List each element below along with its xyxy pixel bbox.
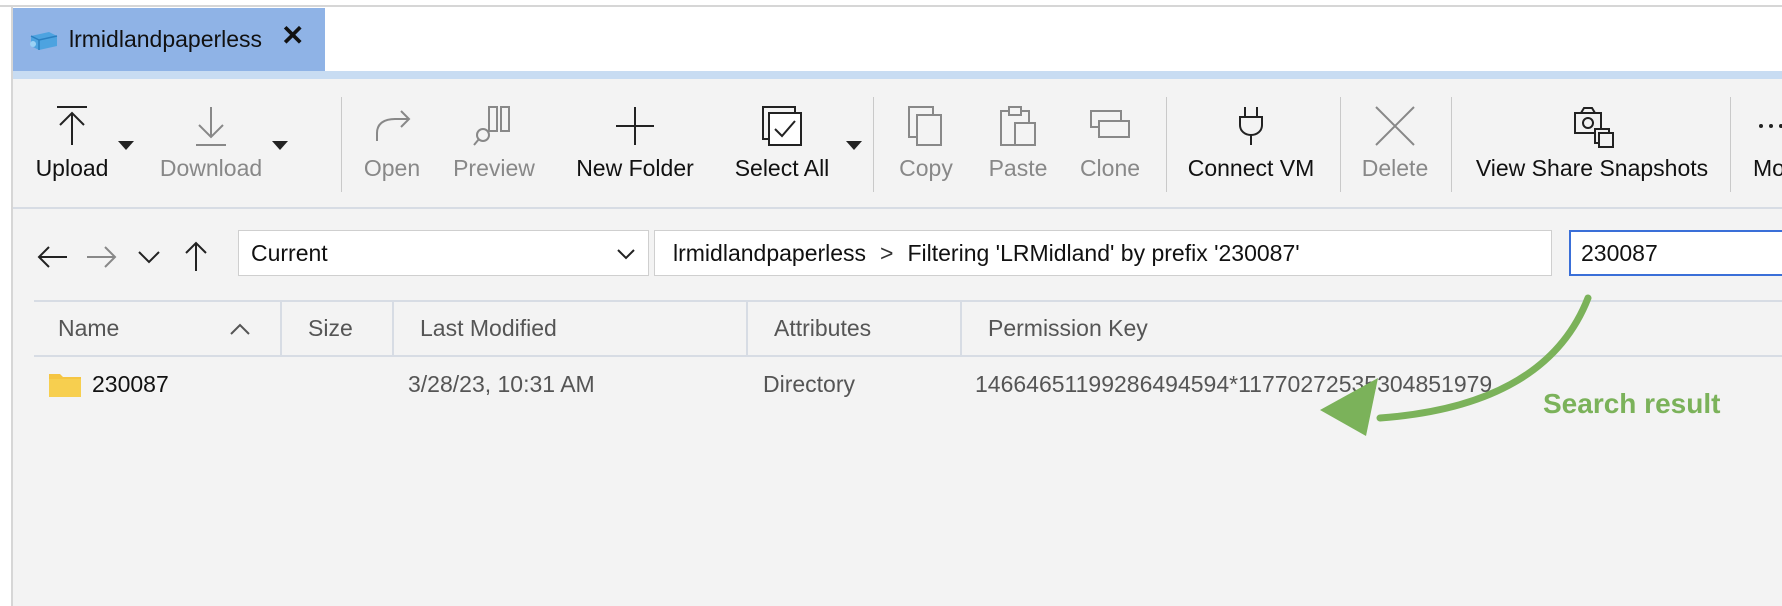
delete-button[interactable]: Delete — [1361, 79, 1429, 207]
download-dropdown-caret[interactable] — [272, 141, 288, 150]
plug-icon — [1239, 107, 1263, 145]
snapshots-icon — [1574, 107, 1614, 148]
sort-ascending-icon — [230, 323, 250, 335]
cell-last-modified: 3/28/23, 10:31 AM — [408, 370, 595, 397]
connect-vm-button[interactable]: Connect VM — [1186, 79, 1316, 207]
open-icon — [376, 110, 411, 141]
more-icon — [1759, 124, 1782, 128]
toolbar: Upload Download Open Preview New Folder … — [13, 79, 1782, 209]
forward-button[interactable] — [83, 239, 119, 275]
table-header: Name Size Last Modified Attributes Permi… — [34, 300, 1782, 357]
more-button[interactable]: Mo — [1753, 79, 1782, 207]
navigation-bar: Current lrmidlandpaperless > Filtering '… — [13, 209, 1782, 297]
column-header-last-modified[interactable]: Last Modified — [394, 302, 746, 355]
cell-attributes: Directory — [763, 370, 856, 397]
preview-icon — [473, 106, 510, 146]
column-header-permission-key[interactable]: Permission Key — [962, 302, 1362, 355]
cell-name: 230087 — [48, 359, 169, 409]
new-folder-button[interactable]: New Folder — [573, 79, 697, 207]
search-input[interactable] — [1569, 230, 1782, 276]
file-table: Name Size Last Modified Attributes Permi… — [13, 297, 1782, 606]
arrow-left-icon — [37, 246, 67, 268]
download-button[interactable]: Download — [160, 79, 262, 207]
select-all-icon — [762, 106, 802, 146]
back-button[interactable] — [35, 239, 71, 275]
delete-icon — [1375, 106, 1415, 146]
breadcrumb-separator: > — [880, 239, 894, 266]
tab-storage-share[interactable]: lrmidlandpaperless ✕ — [13, 8, 325, 71]
chevron-down-icon — [617, 249, 635, 260]
toolbar-separator — [1451, 97, 1452, 192]
breadcrumb: lrmidlandpaperless > Filtering 'LRMidlan… — [654, 230, 1552, 276]
view-share-snapshots-button[interactable]: View Share Snapshots — [1474, 79, 1710, 207]
select-all-dropdown-caret[interactable] — [846, 141, 862, 150]
tab-strip — [13, 71, 1782, 79]
upload-icon — [57, 106, 87, 145]
table-row[interactable]: 230087 3/28/23, 10:31 AM Directory 14664… — [34, 359, 1782, 409]
download-icon — [196, 107, 226, 146]
chevron-down-icon — [138, 251, 160, 264]
column-header-size[interactable]: Size — [282, 302, 392, 355]
close-tab-icon[interactable]: ✕ — [281, 22, 304, 50]
toolbar-separator — [1730, 97, 1731, 192]
column-header-name[interactable]: Name — [34, 302, 280, 355]
column-header-attributes[interactable]: Attributes — [748, 302, 960, 355]
upload-dropdown-caret[interactable] — [118, 141, 134, 150]
toolbar-separator — [1340, 97, 1341, 192]
toolbar-separator — [1166, 97, 1167, 192]
arrow-up-icon — [185, 241, 207, 271]
open-button[interactable]: Open — [360, 79, 424, 207]
copy-button[interactable]: Copy — [896, 79, 956, 207]
preview-button[interactable]: Preview — [451, 79, 537, 207]
arrow-right-icon — [87, 246, 117, 268]
location-select[interactable]: Current — [238, 230, 649, 276]
folder-icon — [49, 374, 81, 397]
breadcrumb-current: Filtering 'LRMidland' by prefix '230087' — [907, 239, 1300, 266]
window-top-border — [0, 5, 1782, 7]
copy-icon — [908, 106, 942, 146]
upload-button[interactable]: Upload — [36, 79, 108, 207]
select-all-button[interactable]: Select All — [727, 79, 837, 207]
search-result-label: Search result — [1543, 388, 1721, 419]
recent-locations-button[interactable] — [131, 239, 167, 275]
toolbar-separator — [873, 97, 874, 192]
clone-icon — [1090, 110, 1130, 138]
cell-permission-key: 14664651199286494594*1177027253530485197… — [975, 370, 1493, 397]
clone-button[interactable]: Clone — [1076, 79, 1144, 207]
paste-button[interactable]: Paste — [987, 79, 1049, 207]
up-button[interactable] — [178, 239, 214, 275]
new-folder-icon — [616, 107, 654, 145]
breadcrumb-root[interactable]: lrmidlandpaperless — [673, 240, 866, 267]
storage-share-icon — [30, 31, 58, 50]
toolbar-separator — [341, 97, 342, 192]
paste-icon — [1000, 106, 1036, 146]
tab-title: lrmidlandpaperless — [69, 26, 263, 52]
